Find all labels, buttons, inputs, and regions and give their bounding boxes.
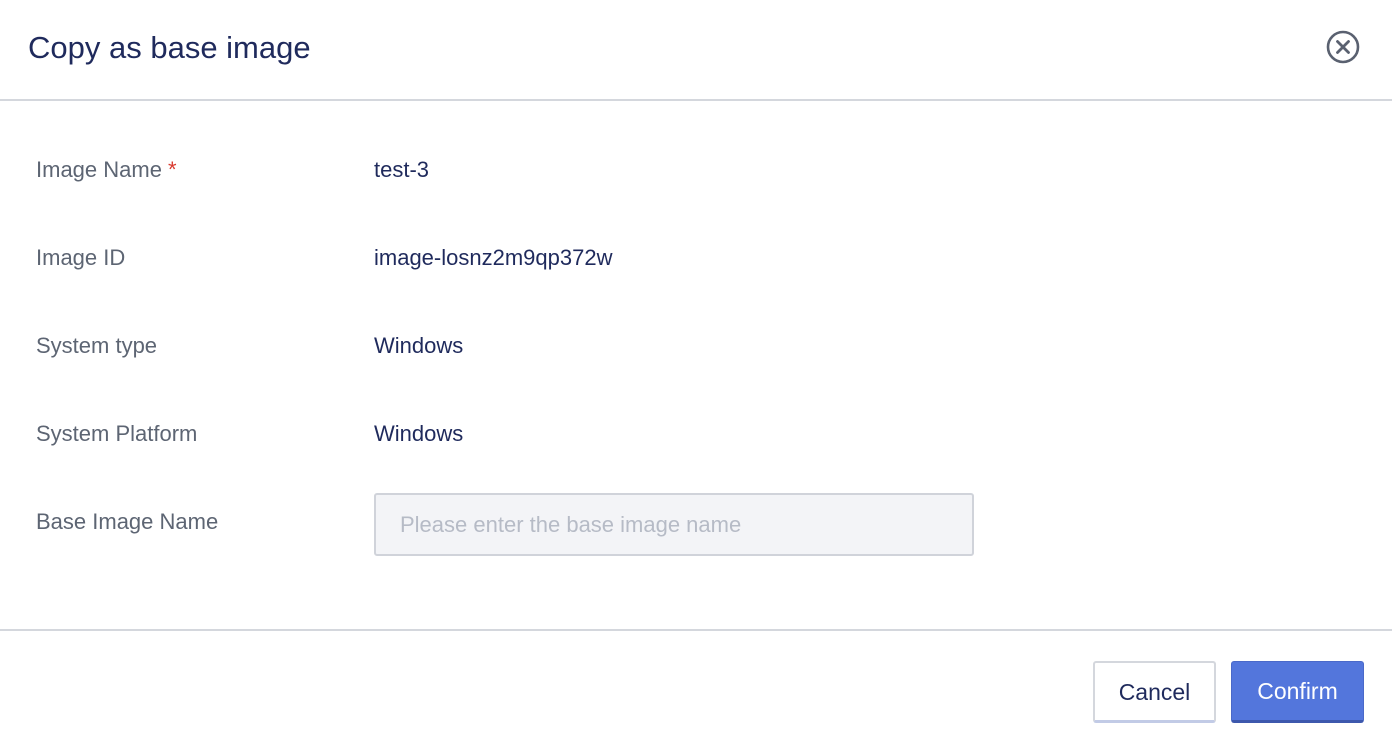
system-platform-label: System Platform <box>36 421 198 446</box>
close-circle-icon <box>1326 30 1360 64</box>
image-name-row: Image Name * test-3 <box>0 150 1392 190</box>
system-type-label: System type <box>36 333 158 358</box>
image-id-value: image-losnz2m9qp372w <box>374 245 613 270</box>
required-mark: * <box>167 157 177 182</box>
close-button[interactable] <box>1326 30 1360 64</box>
cancel-button[interactable]: Cancel <box>1093 661 1216 723</box>
system-type-value: Windows <box>374 333 464 358</box>
image-id-row: Image ID image-losnz2m9qp372w <box>0 238 1392 278</box>
image-id-label: Image ID <box>36 245 126 270</box>
copy-as-base-image-dialog: Copy as base image Image Name * test-3 Im… <box>0 0 1392 750</box>
image-name-value: test-3 <box>374 157 430 182</box>
base-image-name-label: Base Image Name <box>36 509 219 534</box>
footer-divider <box>0 629 1392 631</box>
system-platform-value: Windows <box>374 421 464 446</box>
image-name-label: Image Name * <box>36 150 177 190</box>
image-name-label-text: Image Name <box>36 157 162 182</box>
dialog-title: Copy as base image <box>28 30 311 65</box>
confirm-button[interactable]: Confirm <box>1231 661 1364 723</box>
system-type-row: System type Windows <box>0 326 1392 366</box>
base-image-name-input[interactable] <box>374 493 974 556</box>
system-platform-row: System Platform Windows <box>0 414 1392 454</box>
dialog-header: Copy as base image <box>0 0 1392 101</box>
